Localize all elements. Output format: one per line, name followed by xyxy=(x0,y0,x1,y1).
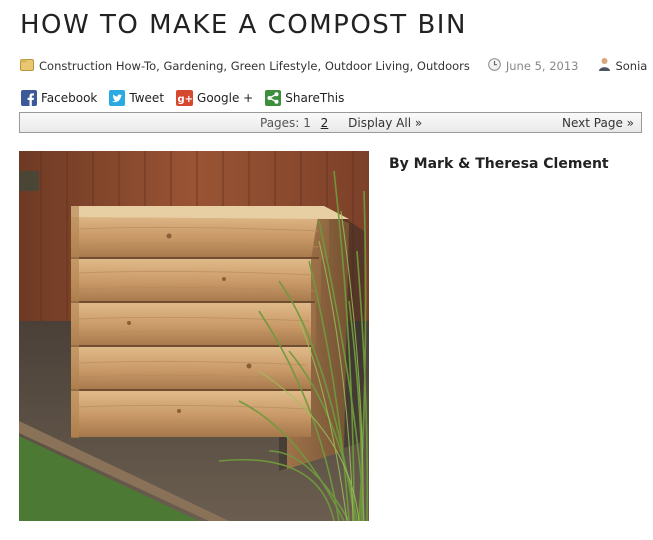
facebook-share-button[interactable]: Facebook xyxy=(21,90,97,106)
pages-label: Pages: xyxy=(260,116,300,130)
facebook-label: Facebook xyxy=(41,91,98,105)
sharethis-button[interactable]: ShareThis xyxy=(265,90,344,106)
compost-bin-photo xyxy=(19,151,369,521)
post-categories[interactable]: Construction How-To, Gardening, Green Li… xyxy=(39,59,470,73)
byline: By Mark & Theresa Clement xyxy=(389,156,609,172)
tweet-button[interactable]: Tweet xyxy=(109,90,164,106)
post-date: June 5, 2013 xyxy=(505,58,579,73)
next-page-link[interactable]: Next Page » xyxy=(562,116,634,130)
post-author[interactable]: Sonia xyxy=(615,59,647,73)
google-plus-icon: g+ xyxy=(176,90,194,106)
twitter-icon xyxy=(109,90,126,106)
person-icon xyxy=(598,57,611,74)
sharethis-icon xyxy=(265,90,282,106)
pagination-bar: Pages: 1 2 Display All » Next Page » xyxy=(19,112,642,133)
svg-text:g+: g+ xyxy=(178,94,194,105)
share-bar: Facebook Tweet g+ Google + ShareThis xyxy=(21,90,356,106)
page-title: HOW TO MAKE A COMPOST BIN xyxy=(20,10,467,40)
clock-icon xyxy=(488,57,501,74)
google-plus-button[interactable]: g+ Google + xyxy=(176,90,253,106)
folder-icon xyxy=(20,58,34,74)
page-1-current: 1 xyxy=(303,116,311,130)
page-2-link[interactable]: 2 xyxy=(321,116,329,130)
sharethis-label: ShareThis xyxy=(285,91,345,105)
google-plus-label: Google + xyxy=(197,91,254,105)
tweet-label: Tweet xyxy=(129,91,165,105)
facebook-icon xyxy=(21,90,37,106)
post-meta: Construction How-To, Gardening, Green Li… xyxy=(20,57,647,74)
display-all-link[interactable]: Display All » xyxy=(348,116,422,130)
